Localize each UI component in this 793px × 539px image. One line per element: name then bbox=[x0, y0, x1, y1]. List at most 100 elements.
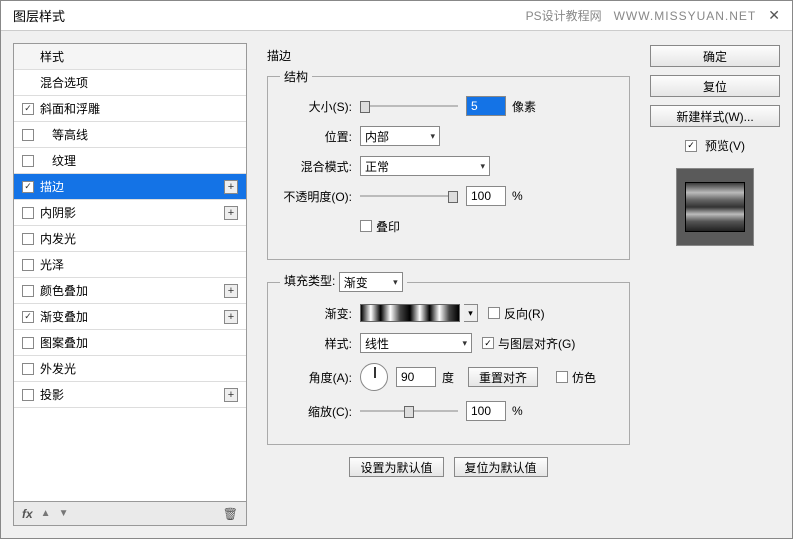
style-checkbox[interactable]: ✓ bbox=[22, 311, 34, 323]
dither-label: 仿色 bbox=[572, 369, 596, 386]
blend-label: 混合模式: bbox=[280, 158, 360, 175]
style-checkbox[interactable] bbox=[22, 129, 34, 141]
style-item-2[interactable]: 纹理 bbox=[14, 148, 246, 174]
gradient-label: 渐变: bbox=[280, 305, 360, 322]
opacity-slider[interactable] bbox=[360, 188, 458, 204]
stroke-section-title: 描边 bbox=[267, 47, 630, 64]
size-label: 大小(S): bbox=[280, 98, 360, 115]
gradient-preview[interactable] bbox=[360, 304, 460, 322]
style-checkbox[interactable] bbox=[22, 337, 34, 349]
make-default-button[interactable]: 设置为默认值 bbox=[349, 457, 443, 477]
add-effect-icon[interactable]: + bbox=[224, 388, 238, 402]
arrow-up-icon[interactable]: ▲ bbox=[41, 508, 51, 519]
style-item-3[interactable]: ✓ 描边 + bbox=[14, 174, 246, 200]
gradient-dropdown-icon[interactable]: ▾ bbox=[464, 304, 478, 322]
preview-label: 预览(V) bbox=[705, 137, 745, 154]
style-item-label: 外发光 bbox=[40, 360, 76, 377]
close-icon[interactable]: ✕ bbox=[768, 7, 780, 24]
style-item-10[interactable]: 外发光 bbox=[14, 356, 246, 382]
settings-panel: 描边 结构 大小(S): 像素 位置: 内部▾ 混合模式: 正常▾ 不透明度(O… bbox=[257, 43, 640, 526]
opacity-unit: % bbox=[512, 189, 523, 203]
title-bar: 图层样式 PS设计教程网 WWW.MISSYUAN.NET ✕ bbox=[1, 1, 792, 31]
angle-input[interactable] bbox=[396, 367, 436, 387]
opacity-input[interactable] bbox=[466, 186, 506, 206]
fill-legend: 填充类型: 渐变▾ bbox=[280, 272, 407, 292]
style-item-label: 斜面和浮雕 bbox=[40, 100, 100, 117]
style-item-8[interactable]: ✓ 渐变叠加 + bbox=[14, 304, 246, 330]
scale-slider[interactable] bbox=[360, 403, 458, 419]
style-item-label: 投影 bbox=[40, 386, 64, 403]
style-item-label: 内阴影 bbox=[40, 204, 76, 221]
style-item-label: 颜色叠加 bbox=[40, 282, 88, 299]
add-effect-icon[interactable]: + bbox=[224, 206, 238, 220]
fill-group: 填充类型: 渐变▾ 渐变: ▾ 反向(R) 样式: 线性▾ ✓ 与图层对齐(G)… bbox=[267, 272, 630, 445]
position-select[interactable]: 内部▾ bbox=[360, 126, 440, 146]
style-checkbox[interactable] bbox=[22, 259, 34, 271]
size-input[interactable] bbox=[466, 96, 506, 116]
style-checkbox[interactable] bbox=[22, 285, 34, 297]
structure-group: 结构 大小(S): 像素 位置: 内部▾ 混合模式: 正常▾ 不透明度(O): … bbox=[267, 68, 630, 260]
style-checkbox[interactable] bbox=[22, 207, 34, 219]
style-checkbox[interactable] bbox=[22, 233, 34, 245]
style-item-1[interactable]: 等高线 bbox=[14, 122, 246, 148]
preview-checkbox[interactable]: ✓ bbox=[685, 140, 697, 152]
styles-footer: fx ▲ ▼ 🗑 bbox=[13, 502, 247, 526]
position-label: 位置: bbox=[280, 128, 360, 145]
ok-button[interactable]: 确定 bbox=[650, 45, 780, 67]
dither-checkbox[interactable] bbox=[556, 371, 568, 383]
style-checkbox[interactable] bbox=[22, 363, 34, 375]
reset-default-button[interactable]: 复位为默认值 bbox=[454, 457, 548, 477]
style-item-4[interactable]: 内阴影 + bbox=[14, 200, 246, 226]
styles-header[interactable]: 样式 bbox=[14, 44, 246, 70]
style-item-5[interactable]: 内发光 bbox=[14, 226, 246, 252]
size-unit: 像素 bbox=[512, 98, 536, 115]
overprint-checkbox[interactable] bbox=[360, 220, 372, 232]
cancel-button[interactable]: 复位 bbox=[650, 75, 780, 97]
size-slider[interactable] bbox=[360, 98, 458, 114]
gradient-style-select[interactable]: 线性▾ bbox=[360, 333, 472, 353]
style-checkbox[interactable] bbox=[22, 389, 34, 401]
fx-icon[interactable]: fx bbox=[22, 507, 33, 521]
titlebar-right: PS设计教程网 WWW.MISSYUAN.NET ✕ bbox=[526, 7, 780, 24]
blend-select[interactable]: 正常▾ bbox=[360, 156, 490, 176]
style-item-11[interactable]: 投影 + bbox=[14, 382, 246, 408]
align-checkbox[interactable]: ✓ bbox=[482, 337, 494, 349]
angle-label: 角度(A): bbox=[280, 369, 360, 386]
style-item-label: 描边 bbox=[40, 178, 64, 195]
window-title: 图层样式 bbox=[13, 6, 65, 25]
reverse-label: 反向(R) bbox=[504, 305, 545, 322]
trash-icon[interactable]: 🗑 bbox=[223, 507, 238, 521]
blending-options[interactable]: 混合选项 bbox=[14, 70, 246, 96]
reverse-checkbox[interactable] bbox=[488, 307, 500, 319]
style-item-label: 等高线 bbox=[40, 126, 88, 143]
angle-unit: 度 bbox=[442, 369, 454, 386]
style-item-label: 图案叠加 bbox=[40, 334, 88, 351]
add-effect-icon[interactable]: + bbox=[224, 284, 238, 298]
angle-dial[interactable] bbox=[360, 363, 388, 391]
style-item-0[interactable]: ✓ 斜面和浮雕 bbox=[14, 96, 246, 122]
style-item-label: 纹理 bbox=[40, 152, 76, 169]
style-item-9[interactable]: 图案叠加 bbox=[14, 330, 246, 356]
preview-inner bbox=[685, 182, 745, 232]
arrow-down-icon[interactable]: ▼ bbox=[59, 508, 69, 519]
default-buttons-row: 设置为默认值 复位为默认值 bbox=[267, 457, 630, 477]
reset-align-button[interactable]: 重置对齐 bbox=[468, 367, 538, 387]
align-label: 与图层对齐(G) bbox=[498, 335, 575, 352]
preview-swatch bbox=[676, 168, 754, 246]
styles-list: 样式 混合选项 ✓ 斜面和浮雕等高线纹理 ✓ 描边 + 内阴影 + 内发光光泽颜色叠加 + ✓ 渐变… bbox=[13, 43, 247, 502]
watermark-url: WWW.MISSYUAN.NET bbox=[614, 9, 757, 23]
style-item-6[interactable]: 光泽 bbox=[14, 252, 246, 278]
style-checkbox[interactable] bbox=[22, 155, 34, 167]
style-item-7[interactable]: 颜色叠加 + bbox=[14, 278, 246, 304]
style-item-label: 内发光 bbox=[40, 230, 76, 247]
style-label: 样式: bbox=[280, 335, 360, 352]
style-checkbox[interactable]: ✓ bbox=[22, 181, 34, 193]
new-style-button[interactable]: 新建样式(W)... bbox=[650, 105, 780, 127]
overprint-label: 叠印 bbox=[376, 218, 400, 235]
style-item-label: 渐变叠加 bbox=[40, 308, 88, 325]
style-checkbox[interactable]: ✓ bbox=[22, 103, 34, 115]
fill-type-select[interactable]: 渐变▾ bbox=[339, 272, 403, 292]
scale-input[interactable] bbox=[466, 401, 506, 421]
add-effect-icon[interactable]: + bbox=[224, 310, 238, 324]
add-effect-icon[interactable]: + bbox=[224, 180, 238, 194]
